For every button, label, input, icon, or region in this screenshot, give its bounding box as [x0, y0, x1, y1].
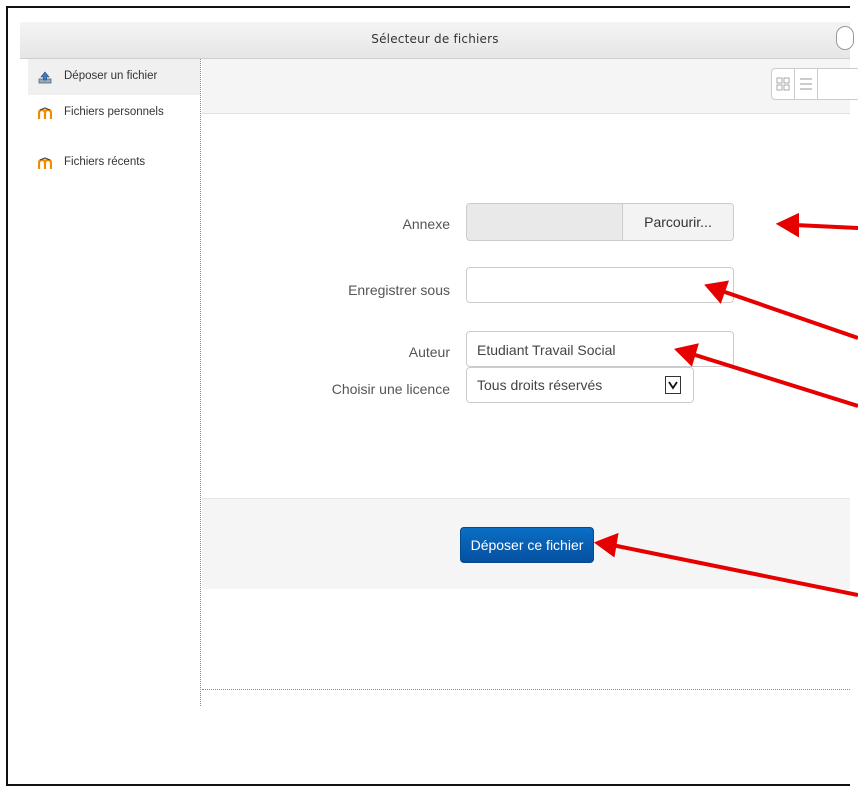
upload-file-button[interactable]: Déposer ce fichier [460, 527, 594, 563]
attachment-label: Annexe [402, 216, 450, 232]
upload-icon [38, 71, 52, 84]
license-label: Choisir une licence [331, 381, 450, 397]
close-button[interactable] [836, 26, 854, 50]
save-as-label: Enregistrer sous [348, 282, 450, 298]
browse-button[interactable]: Parcourir... [622, 204, 733, 240]
list-view-icon[interactable] [795, 69, 818, 99]
save-as-input[interactable] [466, 267, 734, 303]
file-input[interactable]: Parcourir... [466, 203, 734, 241]
file-picker-main: Annexe Parcourir... Enregistrer sous Aut… [202, 59, 858, 706]
moodle-icon [38, 107, 52, 119]
chevron-down-icon [665, 376, 681, 394]
form-footer: Déposer ce fichier [202, 498, 850, 589]
view-switcher [771, 68, 858, 100]
license-select[interactable]: Tous droits réservés [466, 367, 694, 403]
grid-view-icon[interactable] [772, 69, 795, 99]
author-label: Auteur [408, 344, 450, 360]
sidebar-item-upload[interactable]: Déposer un fichier [28, 59, 200, 95]
divider [202, 689, 850, 690]
sidebar-item-label: Déposer un fichier [64, 70, 158, 82]
repository-sidebar: Déposer un fichier Fichiers personnels F… [28, 59, 201, 706]
moodle-icon [38, 157, 52, 169]
sidebar-item-recent-files[interactable]: Fichiers récents [28, 145, 200, 181]
sidebar-item-label: Fichiers récents [64, 156, 146, 168]
view-toolbar [202, 59, 858, 114]
sidebar-item-personal-files[interactable]: Fichiers personnels [28, 95, 200, 131]
license-selected-value: Tous droits réservés [477, 377, 603, 393]
author-input[interactable]: Etudiant Travail Social [466, 331, 734, 367]
sidebar-item-label: Fichiers personnels [64, 106, 164, 118]
file-picker-titlebar: Sélecteur de fichiers [20, 22, 854, 59]
dialog-title: Sélecteur de fichiers [371, 32, 499, 46]
